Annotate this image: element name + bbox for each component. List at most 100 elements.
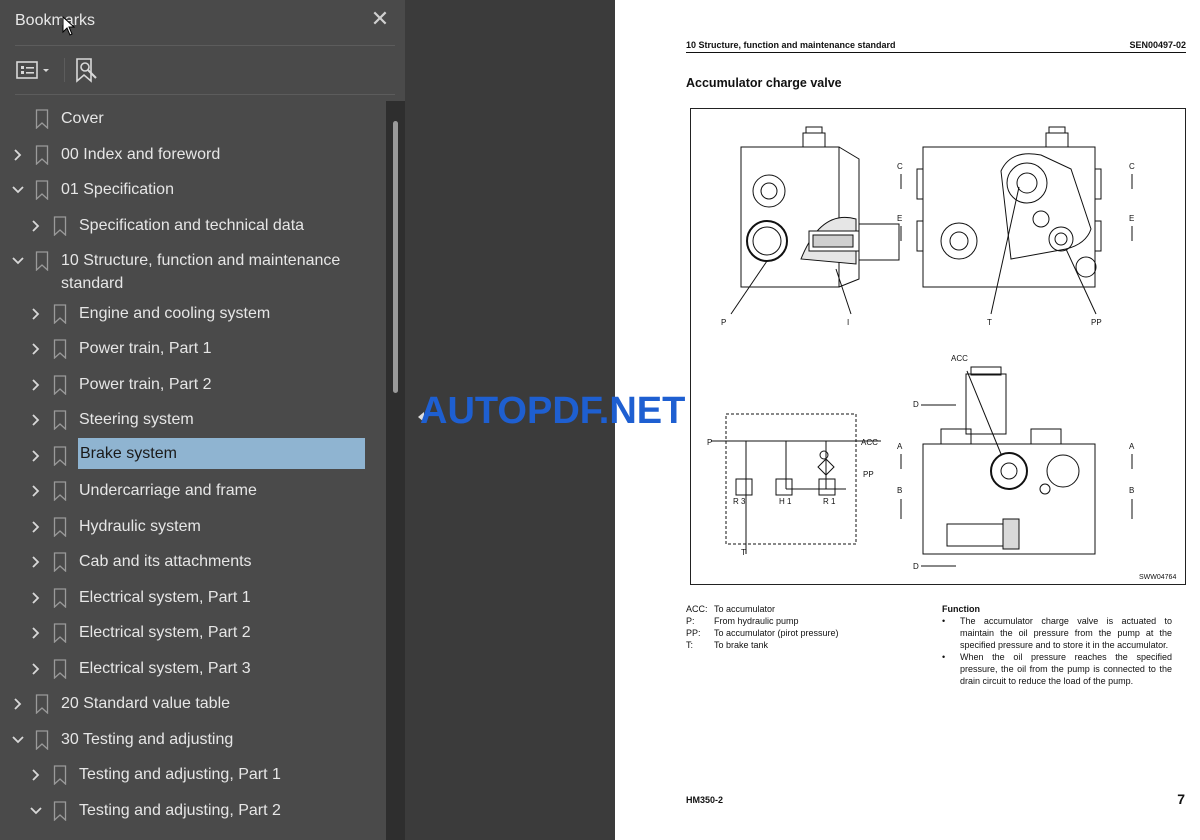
chevron-down-icon[interactable]	[11, 254, 25, 268]
bookmark-options-button[interactable]	[15, 56, 55, 84]
label-d-top: D	[913, 400, 919, 409]
bookmark-item[interactable]: Specification and technical data	[0, 208, 386, 243]
chevron-right-icon[interactable]	[29, 484, 43, 498]
hydraulic-schematic	[711, 413, 881, 554]
bookmark-icon	[53, 481, 67, 501]
chevron-right-icon[interactable]	[29, 662, 43, 676]
bookmark-item[interactable]: 00 Index and foreword	[0, 137, 386, 172]
bookmark-item[interactable]: Power train, Part 1	[0, 331, 386, 366]
page-header-section: 10 Structure, function and maintenance s…	[686, 40, 896, 50]
bookmark-item[interactable]: Undercarriage and frame	[0, 473, 386, 508]
chevron-down-icon[interactable]	[29, 804, 43, 818]
valve-front-view	[916, 126, 1102, 315]
bookmark-item[interactable]: Brake system	[0, 438, 386, 473]
bookmark-label: Hydraulic system	[79, 518, 201, 535]
chevron-right-icon[interactable]	[29, 768, 43, 782]
bookmark-search-icon	[76, 58, 97, 83]
label-c: C	[897, 162, 903, 171]
close-panel-button[interactable]: ✕	[370, 8, 390, 30]
bookmark-icon	[35, 109, 49, 129]
bookmark-icon	[35, 694, 49, 714]
bookmark-item[interactable]: Cab and its attachments	[0, 544, 386, 579]
label-a-right: A	[1129, 442, 1135, 451]
bookmark-item[interactable]: Electrical system, Part 1	[0, 580, 386, 615]
legend-row: T: To brake tank	[686, 639, 839, 651]
bookmark-label: Cab and its attachments	[79, 553, 252, 570]
bookmark-label: Electrical system, Part 2	[79, 624, 251, 641]
bookmark-icon	[53, 623, 67, 643]
bookmark-label: 00 Index and foreword	[61, 146, 221, 163]
bookmark-item[interactable]: Power train, Part 2	[0, 367, 386, 402]
bookmark-item[interactable]: Testing and adjusting, Part 1	[0, 757, 386, 792]
bookmark-icon	[53, 588, 67, 608]
bookmark-icon	[53, 339, 67, 359]
label-r3: R 3	[733, 497, 746, 506]
label-p-schematic: P	[707, 438, 712, 447]
page-number: 7	[1177, 791, 1185, 807]
chevron-right-icon[interactable]	[11, 697, 25, 711]
chevron-down-icon[interactable]	[11, 733, 25, 747]
chevron-right-icon[interactable]	[29, 555, 43, 569]
function-bullet: • The accumulator charge valve is actuate…	[942, 615, 1172, 651]
label-t: T	[987, 318, 992, 327]
label-pp: PP	[1091, 318, 1102, 327]
bookmark-item[interactable]: Electrical system, Part 3	[0, 651, 386, 686]
bookmark-item[interactable]: Engine and cooling system	[0, 296, 386, 331]
bookmark-label: Power train, Part 1	[79, 340, 212, 357]
bookmark-item[interactable]: Testing and adjusting, Part 2	[0, 793, 386, 828]
label-t-schematic: T	[741, 548, 746, 557]
label-a: A	[897, 442, 903, 451]
bookmark-item[interactable]: 30 Testing and adjusting	[0, 722, 386, 757]
bookmark-label: Testing and adjusting, Part 2	[79, 802, 281, 819]
chevron-right-icon[interactable]	[29, 378, 43, 392]
valve-top-view	[922, 366, 1096, 555]
function-heading: Function	[942, 604, 980, 614]
label-i: I	[847, 318, 849, 327]
chevron-right-icon[interactable]	[29, 219, 43, 233]
bookmark-item[interactable]: 01 Specification	[0, 172, 386, 207]
scrollbar-thumb[interactable]	[393, 121, 398, 393]
chevron-right-icon[interactable]	[29, 591, 43, 605]
bookmark-icon	[53, 446, 67, 466]
chevron-right-icon[interactable]	[11, 148, 25, 162]
bookmark-label: Steering system	[79, 411, 194, 428]
page-title: Accumulator charge valve	[686, 76, 842, 90]
bookmark-label: Electrical system, Part 3	[79, 660, 251, 677]
bookmark-icon	[53, 517, 67, 537]
legend-row: P: From hydraulic pump	[686, 615, 839, 627]
chevron-right-icon[interactable]	[29, 342, 43, 356]
bullet-text: The accumulator charge valve is actuated…	[960, 616, 1172, 650]
chevron-right-icon[interactable]	[29, 449, 43, 463]
bullet-text: When the oil pressure reaches the specif…	[960, 652, 1172, 686]
divider	[15, 94, 395, 95]
label-e: E	[897, 214, 902, 223]
legend-key: ACC:	[686, 604, 708, 614]
bookmark-item[interactable]: Hydraulic system	[0, 509, 386, 544]
bookmark-item[interactable]: 20 Standard value table	[0, 686, 386, 721]
bookmark-icon	[35, 180, 49, 200]
bookmark-item[interactable]: Steering system	[0, 402, 386, 437]
toolbar-divider	[64, 58, 65, 82]
legend-key: PP:	[686, 628, 701, 638]
find-bookmark-button[interactable]	[74, 56, 100, 84]
bookmark-label: Electrical system, Part 1	[79, 589, 251, 606]
figure-code: SWW04764	[1139, 574, 1176, 581]
bookmark-item[interactable]: Cover	[0, 101, 386, 136]
label-d-bottom: D	[913, 562, 919, 571]
bookmark-icon	[53, 765, 67, 785]
chevron-right-icon[interactable]	[29, 626, 43, 640]
chevron-right-icon[interactable]	[29, 413, 43, 427]
chevron-right-icon[interactable]	[29, 520, 43, 534]
bullet-mark: •	[942, 616, 946, 626]
bookmark-item[interactable]: 10 Structure, function and maintenance s…	[0, 243, 386, 295]
bookmark-item[interactable]: Electrical system, Part 2	[0, 615, 386, 650]
bookmark-label: Power train, Part 2	[79, 376, 212, 393]
label-c-right: C	[1129, 162, 1135, 171]
legend-text: To accumulator	[714, 604, 776, 614]
legend-text: To accumulator (pirot pressure)	[714, 628, 839, 638]
bookmark-label: 20 Standard value table	[61, 695, 231, 712]
chevron-down-icon[interactable]	[11, 183, 25, 197]
function-section: Function • The accumulator charge valve i…	[942, 603, 1172, 687]
chevron-right-icon[interactable]	[29, 307, 43, 321]
bookmark-label: 01 Specification	[61, 181, 174, 198]
